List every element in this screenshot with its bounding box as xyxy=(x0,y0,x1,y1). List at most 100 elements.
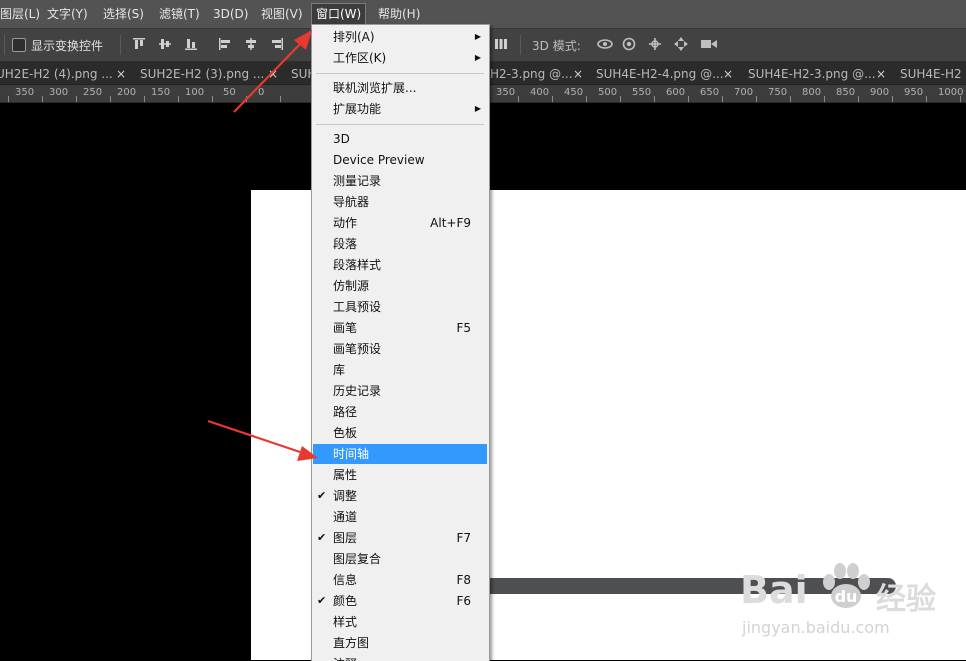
menu-item-label: 图层 xyxy=(333,531,358,545)
ruler-number: 350 xyxy=(496,87,516,98)
menu-layer[interactable]: 图层(L) xyxy=(0,5,44,23)
tab-close-icon[interactable]: × xyxy=(876,65,886,83)
menu-item-label: 时间轴 xyxy=(333,447,370,461)
ruler-tick xyxy=(586,96,587,102)
menu-item-1[interactable]: 工作区(K) ▶ xyxy=(313,48,487,68)
distribute-columns-icon[interactable] xyxy=(494,37,508,51)
scale-3d-icon[interactable] xyxy=(700,37,718,51)
tab-close-icon[interactable]: × xyxy=(573,65,583,83)
menu-item-20[interactable]: 属性 xyxy=(313,465,487,485)
menu-item-9[interactable]: 段落 xyxy=(313,234,487,254)
menu-item-label: 图层复合 xyxy=(333,552,382,566)
show-transform-label: 显示变换控件 xyxy=(31,39,104,53)
roll-3d-icon[interactable] xyxy=(622,37,636,51)
ruler-tick xyxy=(688,96,689,102)
menu-view[interactable]: 视图(V) xyxy=(257,5,307,23)
menu-item-label: 画笔预设 xyxy=(333,342,382,356)
menu-item-14[interactable]: 画笔预设 xyxy=(313,339,487,359)
menu-item-label: 工作区(K) xyxy=(333,51,387,65)
menu-item-26[interactable]: ✔ 颜色 F6 xyxy=(313,591,487,611)
align-right-icon[interactable] xyxy=(270,37,284,51)
menu-item-15[interactable]: 库 xyxy=(313,360,487,380)
align-top-icon[interactable] xyxy=(132,37,146,51)
menu-item-10[interactable]: 段落样式 xyxy=(313,255,487,275)
menu-window[interactable]: 窗口(W) xyxy=(311,3,367,25)
menu-item-2[interactable]: 联机浏览扩展... xyxy=(313,78,487,98)
checkmark-icon: ✔ xyxy=(317,489,327,502)
ruler-number: 200 xyxy=(117,87,137,98)
watermark-brand-suffix: 经验 xyxy=(876,582,936,617)
menu-item-24[interactable]: 图层复合 xyxy=(313,549,487,569)
ruler-tick xyxy=(858,96,859,102)
tab-document[interactable]: SUH2E-H2 (3).png ... xyxy=(140,65,264,83)
menu-item-22[interactable]: 通道 xyxy=(313,507,487,527)
ruler-tick xyxy=(552,96,553,102)
menu-type[interactable]: 文字(Y) xyxy=(43,5,92,23)
menu-select[interactable]: 选择(S) xyxy=(99,5,148,23)
menu-item-28[interactable]: 直方图 xyxy=(313,633,487,653)
show-transform-checkbox[interactable] xyxy=(12,38,26,52)
ruler-number: 100 xyxy=(185,87,205,98)
menu-item-6[interactable]: 测量记录 xyxy=(313,171,487,191)
ruler-number: 700 xyxy=(734,87,754,98)
3d-mode-label: 3D 模式: xyxy=(532,39,581,53)
tab-close-icon[interactable]: × xyxy=(116,65,126,83)
menu-item-23[interactable]: ✔ 图层 F7 xyxy=(313,528,487,548)
align-horizontal-center-icon[interactable] xyxy=(244,37,258,51)
menu-item-0[interactable]: 排列(A) ▶ xyxy=(313,27,487,47)
menu-item-18[interactable]: 色板 xyxy=(313,423,487,443)
menu-item-5[interactable]: Device Preview xyxy=(313,150,487,170)
orbit-3d-icon[interactable] xyxy=(596,37,614,51)
menu-item-label: 3D xyxy=(333,132,350,146)
menu-item-11[interactable]: 仿制源 xyxy=(313,276,487,296)
ruler-tick xyxy=(518,96,519,102)
menu-item-shortcut: Alt+F9 xyxy=(430,216,471,230)
ruler-tick xyxy=(654,96,655,102)
checkmark-icon: ✔ xyxy=(317,531,327,544)
ruler-tick xyxy=(790,96,791,102)
ruler-number: 0 xyxy=(258,87,265,98)
menu-item-4[interactable]: 3D xyxy=(313,129,487,149)
ruler-tick xyxy=(722,96,723,102)
menu-item-12[interactable]: 工具预设 xyxy=(313,297,487,317)
menu-item-label: 直方图 xyxy=(333,636,370,650)
tab-document[interactable]: SUH4E-H2-4.png @... xyxy=(596,65,724,83)
tab-close-icon[interactable]: × xyxy=(723,65,733,83)
align-vertical-center-icon[interactable] xyxy=(158,37,172,51)
menu-item-25[interactable]: 信息 F8 xyxy=(313,570,487,590)
menu-item-7[interactable]: 导航器 xyxy=(313,192,487,212)
menu-item-19[interactable]: 时间轴 xyxy=(313,444,487,464)
menu-item-27[interactable]: 样式 xyxy=(313,612,487,632)
menu-item-label: 导航器 xyxy=(333,195,370,209)
tab-document[interactable]: UH2E-H2 (4).png ... xyxy=(0,65,113,83)
ruler-tick xyxy=(892,96,893,102)
menu-item-16[interactable]: 历史记录 xyxy=(313,381,487,401)
ruler-number: 950 xyxy=(904,87,924,98)
ruler-tick xyxy=(756,96,757,102)
ruler-tick xyxy=(824,96,825,102)
menu-item-3[interactable]: 扩展功能 ▶ xyxy=(313,99,487,119)
menu-item-label: 信息 xyxy=(333,573,358,587)
align-left-icon[interactable] xyxy=(218,37,232,51)
menu-item-13[interactable]: 画笔 F5 xyxy=(313,318,487,338)
menu-item-8[interactable]: 动作 Alt+F9 xyxy=(313,213,487,233)
ruler-number: 800 xyxy=(802,87,822,98)
menu-item-17[interactable]: 路径 xyxy=(313,402,487,422)
ruler-tick xyxy=(76,96,77,102)
slide-3d-icon[interactable] xyxy=(674,37,688,51)
menu-item-21[interactable]: ✔ 调整 xyxy=(313,486,487,506)
tab-document[interactable]: H2-3.png @... xyxy=(490,65,573,83)
tab-document[interactable]: SUH4E-H2 ( xyxy=(900,65,966,83)
toolbar-divider xyxy=(4,35,5,55)
menu-filter[interactable]: 滤镜(T) xyxy=(155,5,204,23)
ruler-tick xyxy=(246,96,247,102)
menu-item-label: 动作 xyxy=(333,216,358,230)
ruler-tick xyxy=(280,96,281,102)
menu-item-shortcut: F6 xyxy=(456,594,471,608)
align-bottom-icon[interactable] xyxy=(184,37,198,51)
pan-3d-icon[interactable] xyxy=(648,37,662,51)
tab-close-icon[interactable]: × xyxy=(268,65,278,83)
tab-document[interactable]: SUH4E-H2-3.png @... xyxy=(748,65,876,83)
menu-3d[interactable]: 3D(D) xyxy=(209,5,252,23)
menu-help[interactable]: 帮助(H) xyxy=(374,5,424,23)
